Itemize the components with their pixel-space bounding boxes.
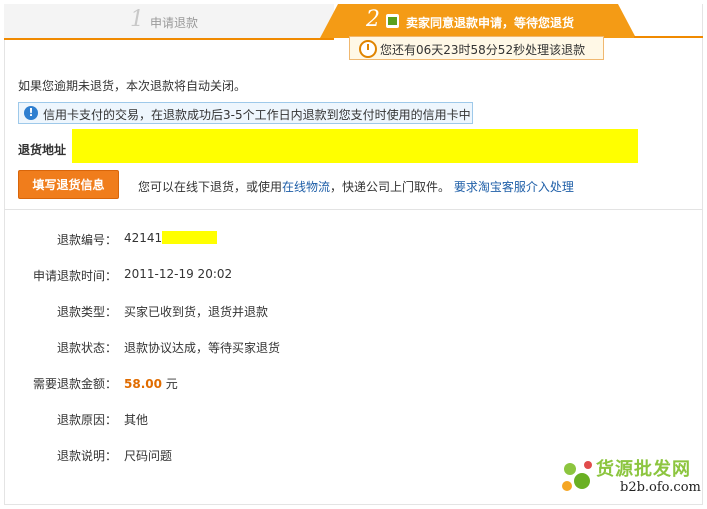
detail-row-refund-amount: 需要退款金额： 58.00 元 xyxy=(0,375,700,393)
detail-row-refund-id: 退款编号： 42141 xyxy=(0,231,700,249)
detail-value: 买家已收到货，退货并退款 xyxy=(124,305,269,319)
site-watermark-logo: 货源批发网 b2b.ofo.com xyxy=(562,455,702,501)
help-prefix: 您可以在线下退货，或使用 xyxy=(138,180,283,194)
detail-key: 退款类型： xyxy=(56,305,117,319)
refund-id-redacted xyxy=(162,231,217,244)
step-apply-refund: 1 申请退款 xyxy=(4,4,334,40)
watermark-dots-icon xyxy=(562,457,598,497)
return-address-redacted xyxy=(72,129,638,163)
online-logistics-link[interactable]: 在线物流 xyxy=(282,180,330,194)
auto-close-notice: 如果您逾期未退货，本次退款将自动关闭。 xyxy=(18,79,247,93)
countdown-text: 您还有06天23时58分52秒处理该退款 xyxy=(380,43,586,57)
ask-customer-service-link[interactable]: 要求淘宝客服介入处理 xyxy=(454,180,574,194)
step-seller-agreed: 2 卖家同意退款申请，等待您退货 xyxy=(320,4,636,38)
detail-row-refund-type: 退款类型： 买家已收到货，退货并退款 xyxy=(0,303,700,321)
step1-label: 申请退款 xyxy=(150,16,199,30)
refund-amount: 58.00 xyxy=(124,377,162,391)
detail-key: 退款编号： xyxy=(56,233,117,247)
detail-key: 退款说明： xyxy=(56,449,117,463)
clock-icon xyxy=(359,40,377,58)
refund-amount-unit: 元 xyxy=(161,377,178,391)
detail-value: 58.00 元 xyxy=(124,375,178,392)
detail-key: 需要退款金额： xyxy=(32,377,117,391)
detail-value: 42141 xyxy=(124,231,163,245)
detail-key: 退款状态： xyxy=(56,341,117,355)
detail-value: 退款协议达成，等待买家退货 xyxy=(124,341,281,355)
help-middle: ，快递公司上门取件。 xyxy=(330,180,451,194)
step2-label: 卖家同意退款申请，等待您退货 xyxy=(406,16,575,30)
step1-number: 1 xyxy=(130,7,144,32)
detail-key: 申请退款时间： xyxy=(32,269,117,283)
detail-value: 尺码问题 xyxy=(124,449,173,463)
detail-value: 其他 xyxy=(124,413,149,427)
step-underline xyxy=(634,36,703,38)
detail-row-apply-time: 申请退款时间： 2011-12-19 20:02 xyxy=(0,267,700,285)
watermark-title: 货源批发网 xyxy=(596,459,691,480)
countdown-timer: 您还有06天23时58分52秒处理该退款 xyxy=(349,36,604,60)
detail-value: 2011-12-19 20:02 xyxy=(124,267,233,281)
taobao-flag-icon xyxy=(386,14,399,28)
info-icon: ! xyxy=(24,106,38,120)
watermark-url: b2b.ofo.com xyxy=(620,480,701,495)
step2-number: 2 xyxy=(366,7,380,32)
return-help-text: 您可以在线下退货，或使用在线物流，快递公司上门取件。 要求淘宝客服介入处理 xyxy=(138,178,574,195)
credit-card-info-box: ! 信用卡支付的交易，在退款成功后3-5个工作日内退款到您支付时使用的信用卡中 xyxy=(18,102,473,124)
detail-key: 退款原因： xyxy=(56,413,117,427)
return-address-label: 退货地址 xyxy=(18,143,67,157)
credit-card-info-text: 信用卡支付的交易，在退款成功后3-5个工作日内退款到您支付时使用的信用卡中 xyxy=(43,108,471,122)
detail-row-refund-reason: 退款原因： 其他 xyxy=(0,411,700,429)
divider xyxy=(4,209,703,210)
detail-row-refund-status: 退款状态： 退款协议达成，等待买家退货 xyxy=(0,339,700,357)
fill-return-info-button[interactable]: 填写退货信息 xyxy=(18,170,119,199)
